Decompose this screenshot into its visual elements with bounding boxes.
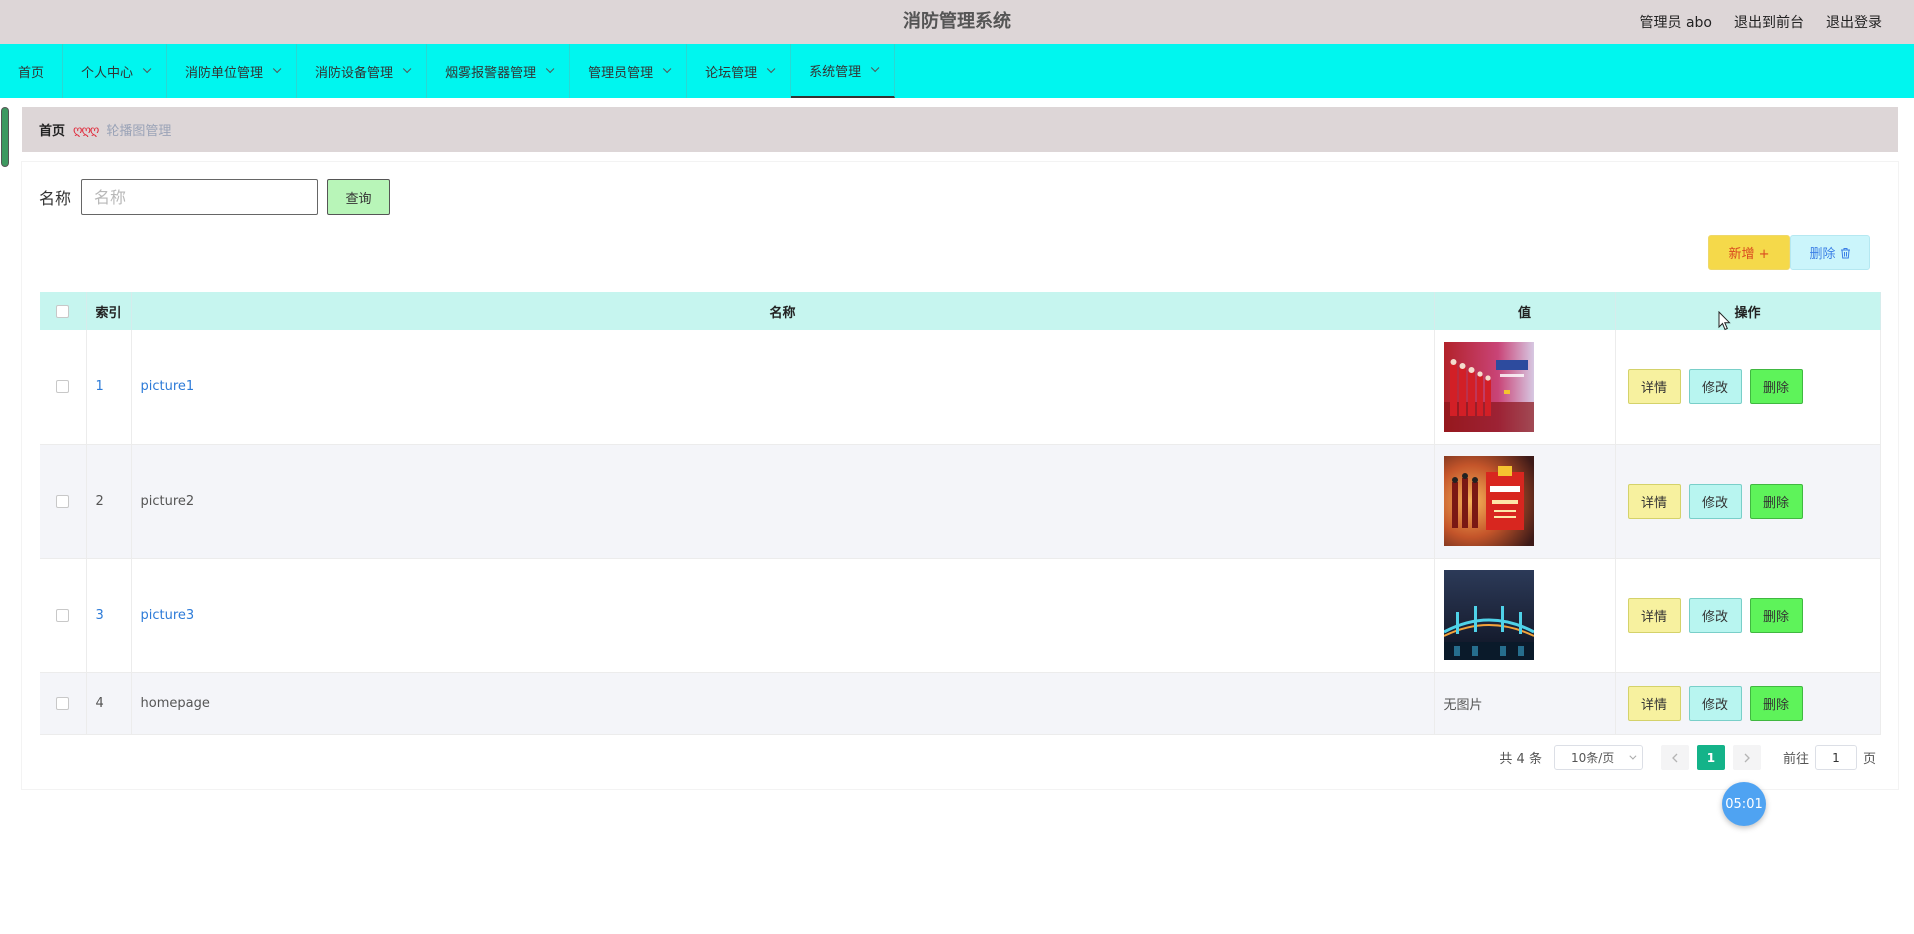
nav-item-personal[interactable]: 个人中心 [63, 44, 168, 98]
timer-badge[interactable]: 05:01 [1722, 782, 1766, 826]
page-unit-label: 页 [1862, 752, 1876, 767]
chevron-down-icon [871, 63, 880, 73]
nav-item-smoke-alarms[interactable]: 烟雾报警器管理 [427, 44, 571, 98]
table-row: 3 picture3 详情 修改 删除 [40, 558, 1881, 673]
chevron-down-icon [1629, 752, 1637, 760]
page-number-current[interactable]: 1 [1696, 745, 1725, 770]
edit-button[interactable]: 修改 [1688, 685, 1742, 721]
batch-delete-button[interactable]: 删除 [1790, 235, 1870, 270]
bridge-night-image[interactable] [1443, 570, 1534, 660]
row-checkbox[interactable] [56, 494, 70, 508]
chevron-down-icon [766, 64, 776, 74]
row-index: 1 [86, 330, 132, 445]
row-checkbox[interactable] [56, 608, 70, 622]
chevron-down-icon [272, 64, 282, 74]
row-name: homepage [131, 672, 1435, 735]
delete-button[interactable]: 删除 [1749, 483, 1803, 519]
fire-safety-poster-image[interactable] [1443, 456, 1534, 546]
column-header-index: 索引 [86, 292, 132, 330]
nav-item-fire-equipment[interactable]: 消防设备管理 [297, 44, 428, 98]
prev-page-button[interactable] [1660, 745, 1689, 770]
detail-button[interactable]: 详情 [1627, 369, 1681, 405]
nav-item-forum[interactable]: 论坛管理 [687, 44, 792, 98]
scroll-indicator[interactable] [2, 108, 8, 166]
goto-label: 前往 [1782, 752, 1809, 767]
column-header-op: 操作 [1615, 292, 1881, 330]
add-button-label: 新增 + [1728, 247, 1770, 262]
add-button[interactable]: 新增 + [1708, 235, 1790, 270]
row-index: 2 [86, 444, 132, 559]
table-row: 4 homepage 无图片 详情 修改 删除 [40, 672, 1881, 735]
detail-button[interactable]: 详情 [1627, 597, 1681, 633]
nav-label: 首页 [18, 65, 45, 81]
user-label: 管理员 abo [1639, 15, 1712, 31]
nav-item-fire-units[interactable]: 消防单位管理 [167, 44, 298, 98]
query-button[interactable]: 查询 [327, 179, 391, 215]
search-bar: 名称 查询 [39, 179, 391, 215]
select-all-checkbox[interactable] [56, 304, 70, 318]
chevron-down-icon [662, 64, 672, 74]
carousel-table: 索引 名称 值 操作 1 picture1 详情 修改 删除 2 picture… [40, 292, 1881, 735]
breadcrumb-separator-icon: ღღღ [73, 122, 99, 137]
column-header-name: 名称 [131, 292, 1435, 330]
column-header-value: 值 [1434, 292, 1616, 330]
row-name: picture3 [131, 558, 1435, 673]
breadcrumb-home[interactable]: 首页 [39, 120, 65, 139]
search-input[interactable] [81, 179, 319, 215]
table-row: 1 picture1 详情 修改 删除 [40, 330, 1881, 445]
row-index: 4 [86, 672, 132, 735]
nav-label: 消防单位管理 [185, 65, 264, 81]
chevron-right-icon [1744, 753, 1750, 762]
delete-button[interactable]: 删除 [1749, 685, 1803, 721]
delete-button-label: 删除 [1809, 247, 1836, 262]
app-title: 消防管理系统 [903, 11, 1011, 32]
nav-label: 管理员管理 [588, 65, 654, 81]
pagination: 共 4 条 10条/页 1 前往 页 [1499, 745, 1876, 770]
nav-item-home[interactable]: 首页 [0, 44, 64, 98]
breadcrumb: 首页 ღღღ 轮播图管理 [22, 107, 1898, 152]
row-checkbox[interactable] [56, 696, 70, 710]
delete-button[interactable]: 删除 [1749, 369, 1803, 405]
page-size-select[interactable]: 10条/页 [1553, 745, 1643, 770]
chevron-down-icon [142, 64, 152, 74]
nav-label: 烟雾报警器管理 [445, 65, 537, 81]
back-to-front-link[interactable]: 退出到前台 [1734, 12, 1804, 32]
row-checkbox[interactable] [56, 380, 70, 394]
nav-label: 系统管理 [809, 64, 862, 80]
row-index: 3 [86, 558, 132, 673]
trash-icon [1840, 247, 1850, 258]
detail-button[interactable]: 详情 [1627, 483, 1681, 519]
breadcrumb-current: 轮播图管理 [106, 124, 172, 139]
row-name: picture1 [131, 330, 1435, 445]
page-size-value: 10条/页 [1570, 751, 1615, 765]
nav-item-system[interactable]: 系统管理 [791, 44, 896, 98]
chevron-down-icon [402, 64, 412, 74]
no-image-text: 无图片 [1434, 672, 1616, 735]
edit-button[interactable]: 修改 [1688, 597, 1742, 633]
table-row: 2 picture2 详情 修改 删除 [40, 444, 1881, 559]
delete-button[interactable]: 删除 [1749, 597, 1803, 633]
nav-item-admins[interactable]: 管理员管理 [570, 44, 688, 98]
logout-link[interactable]: 退出登录 [1826, 12, 1882, 32]
firefighters-poster-image[interactable] [1443, 341, 1534, 432]
main-nav: 首页 个人中心 消防单位管理 消防设备管理 烟雾报警器管理 管理员管理 论坛管理… [0, 44, 1914, 98]
next-page-button[interactable] [1732, 745, 1761, 770]
row-name: picture2 [131, 444, 1435, 559]
search-label: 名称 [39, 189, 72, 208]
edit-button[interactable]: 修改 [1688, 483, 1742, 519]
total-count: 共 4 条 [1499, 752, 1542, 767]
nav-label: 消防设备管理 [315, 65, 394, 81]
nav-label: 个人中心 [81, 65, 134, 81]
chevron-left-icon [1672, 753, 1678, 762]
edit-button[interactable]: 修改 [1688, 369, 1742, 405]
goto-page-input[interactable] [1814, 745, 1857, 770]
nav-label: 论坛管理 [705, 65, 758, 81]
table-header-row: 索引 名称 值 操作 [40, 292, 1881, 330]
chevron-down-icon [545, 64, 555, 74]
top-header: 消防管理系统 管理员 abo 退出到前台 退出登录 [0, 0, 1914, 44]
detail-button[interactable]: 详情 [1627, 685, 1681, 721]
mouse-cursor-icon [1718, 311, 1731, 331]
